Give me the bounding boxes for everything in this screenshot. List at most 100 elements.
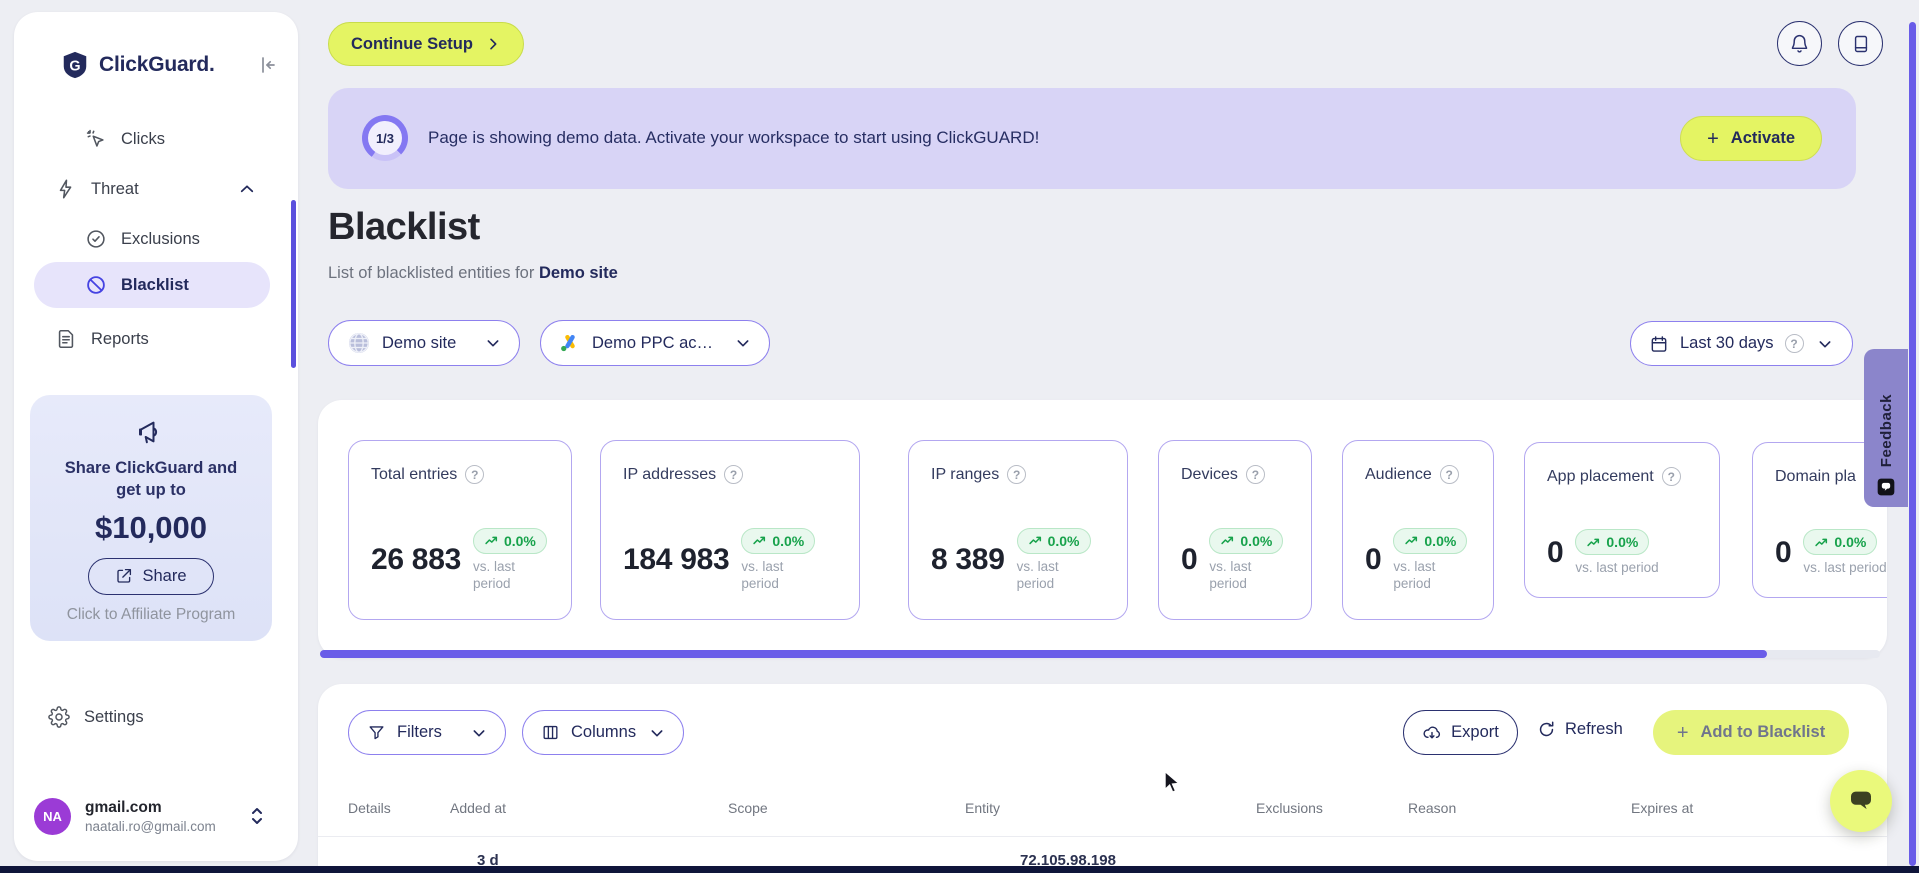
stat-vs-label: vs. last period xyxy=(1393,558,1436,592)
refresh-label: Refresh xyxy=(1565,720,1623,738)
page-title: Blacklist xyxy=(328,206,480,248)
site-selector[interactable]: Demo site xyxy=(328,320,520,366)
sidebar-scrollbar-thumb[interactable] xyxy=(291,200,296,368)
filters-label: Filters xyxy=(397,723,442,741)
horizontal-scrollbar-thumb[interactable] xyxy=(320,650,1767,658)
sidebar-item-label: Reports xyxy=(91,329,149,348)
plus-icon: + xyxy=(1707,127,1719,150)
refresh-icon xyxy=(1539,721,1554,737)
sidebar-item-blacklist[interactable]: Blacklist xyxy=(85,262,189,308)
stat-card-audience: Audience? 0 0.0% vs. last period xyxy=(1342,440,1494,620)
column-header-scope[interactable]: Scope xyxy=(728,800,768,816)
trend-up-icon xyxy=(1028,536,1041,545)
stat-vs-label: vs. last period xyxy=(1803,560,1887,576)
ppc-account-value: Demo PPC ac… xyxy=(592,333,714,352)
docs-button[interactable] xyxy=(1838,21,1883,66)
funnel-icon xyxy=(367,723,386,742)
bell-icon xyxy=(1791,34,1808,53)
stat-value: 0 xyxy=(1547,536,1564,570)
chevron-down-icon xyxy=(649,725,665,741)
cursor-click-icon xyxy=(85,128,107,150)
blacklist-table-panel: Filters Columns Export Refresh + Add to … xyxy=(318,684,1887,866)
chevron-down-icon xyxy=(735,335,751,351)
sidebar-item-clicks[interactable]: Clicks xyxy=(85,116,165,162)
page-subtitle: List of blacklisted entities for Demo si… xyxy=(328,264,618,283)
chevron-down-icon xyxy=(485,335,501,351)
add-to-blacklist-button[interactable]: + Add to Blacklist xyxy=(1653,710,1849,755)
stat-value: 0 xyxy=(1365,543,1382,577)
chevron-up-icon[interactable] xyxy=(238,180,256,198)
brand-name: ClickGuard. xyxy=(99,53,215,76)
feedback-tab[interactable]: Feedback xyxy=(1864,349,1908,507)
banner-message: Page is showing demo data. Activate your… xyxy=(428,128,1040,147)
chat-widget-button[interactable] xyxy=(1830,770,1892,832)
account-email: naatali.ro@gmail.com xyxy=(85,818,216,834)
window-bottom-edge xyxy=(0,866,1919,873)
column-header-entity[interactable]: Entity xyxy=(965,800,1000,816)
trend-badge: 0.0% xyxy=(1016,527,1091,554)
account-switcher[interactable]: NA gmail.com naatali.ro@gmail.com xyxy=(34,788,278,844)
columns-dropdown[interactable]: Columns xyxy=(522,710,684,755)
site-selector-value: Demo site xyxy=(382,333,457,352)
chevron-down-icon xyxy=(1817,336,1833,352)
share-button[interactable]: Share xyxy=(88,557,214,595)
export-button[interactable]: Export xyxy=(1403,710,1518,755)
filters-dropdown[interactable]: Filters xyxy=(348,710,506,755)
stat-vs-label: vs. last period xyxy=(741,558,784,592)
activate-button[interactable]: + Activate xyxy=(1680,116,1822,161)
brand-logo: G ClickGuard. xyxy=(60,50,275,80)
promo-amount: $10,000 xyxy=(94,509,208,545)
column-header-reason[interactable]: Reason xyxy=(1408,800,1456,816)
refresh-button[interactable]: Refresh xyxy=(1537,720,1623,739)
column-header-expires-at[interactable]: Expires at xyxy=(1631,800,1693,816)
column-header-exclusions[interactable]: Exclusions xyxy=(1256,800,1323,816)
stat-label: IP addresses xyxy=(623,465,717,483)
globe-icon xyxy=(347,331,371,355)
stat-label: Audience xyxy=(1365,465,1432,483)
sidebar-item-reports[interactable]: Reports xyxy=(55,316,149,362)
speech-bubble-icon xyxy=(1851,791,1871,810)
document-icon xyxy=(55,328,77,350)
trend-up-icon xyxy=(485,536,498,545)
date-range-selector[interactable]: Last 30 days ? xyxy=(1630,321,1853,366)
column-header-details[interactable]: Details xyxy=(348,800,391,816)
column-header-added-at[interactable]: Added at xyxy=(450,800,506,816)
stat-value: 0 xyxy=(1181,543,1198,577)
sidebar-item-threat[interactable]: Threat xyxy=(55,166,139,212)
stat-value: 0 xyxy=(1775,536,1792,570)
help-icon[interactable]: ? xyxy=(1661,467,1681,486)
sidebar-item-settings[interactable]: Settings xyxy=(48,694,144,740)
stat-card-ip-ranges: IP ranges? 8 389 0.0% vs. last period xyxy=(908,440,1128,620)
help-icon[interactable]: ? xyxy=(1439,465,1459,484)
help-icon[interactable]: ? xyxy=(724,465,744,484)
sidebar-item-label: Clicks xyxy=(121,129,165,148)
select-chevrons-icon xyxy=(249,805,265,827)
continue-setup-label: Continue Setup xyxy=(351,34,473,53)
vertical-scrollbar-thumb[interactable] xyxy=(1909,22,1916,866)
stat-value: 26 883 xyxy=(371,543,461,577)
sidebar-item-label: Exclusions xyxy=(121,229,200,248)
stat-vs-label: vs. last period xyxy=(1016,558,1059,592)
clickguard-shield-icon: G xyxy=(60,50,90,80)
trend-badge: 0.0% xyxy=(1803,529,1878,556)
help-icon[interactable]: ? xyxy=(465,465,485,484)
help-icon[interactable]: ? xyxy=(1245,465,1265,484)
sidebar-item-exclusions[interactable]: Exclusions xyxy=(85,216,200,262)
sidebar-collapse-icon[interactable] xyxy=(256,53,280,77)
google-ads-icon xyxy=(559,332,581,354)
svg-text:G: G xyxy=(69,58,80,74)
external-link-icon xyxy=(115,567,133,585)
chevron-right-icon xyxy=(490,38,497,50)
table-row-entity[interactable]: 72.105.98.198 xyxy=(1020,852,1116,866)
help-icon[interactable]: ? xyxy=(1007,465,1027,484)
continue-setup-button[interactable]: Continue Setup xyxy=(328,22,524,66)
table-row-added-at[interactable]: 3 d xyxy=(477,852,499,866)
notifications-button[interactable] xyxy=(1777,21,1822,66)
check-badge-icon xyxy=(85,228,107,250)
trend-up-icon xyxy=(1405,536,1418,545)
help-icon[interactable]: ? xyxy=(1784,334,1804,353)
stat-label: App placement xyxy=(1547,467,1654,485)
ppc-account-selector[interactable]: Demo PPC ac… xyxy=(540,320,770,366)
affiliate-promo-card[interactable]: Share ClickGuard and get up to $10,000 S… xyxy=(30,395,272,641)
calendar-icon xyxy=(1649,334,1669,354)
